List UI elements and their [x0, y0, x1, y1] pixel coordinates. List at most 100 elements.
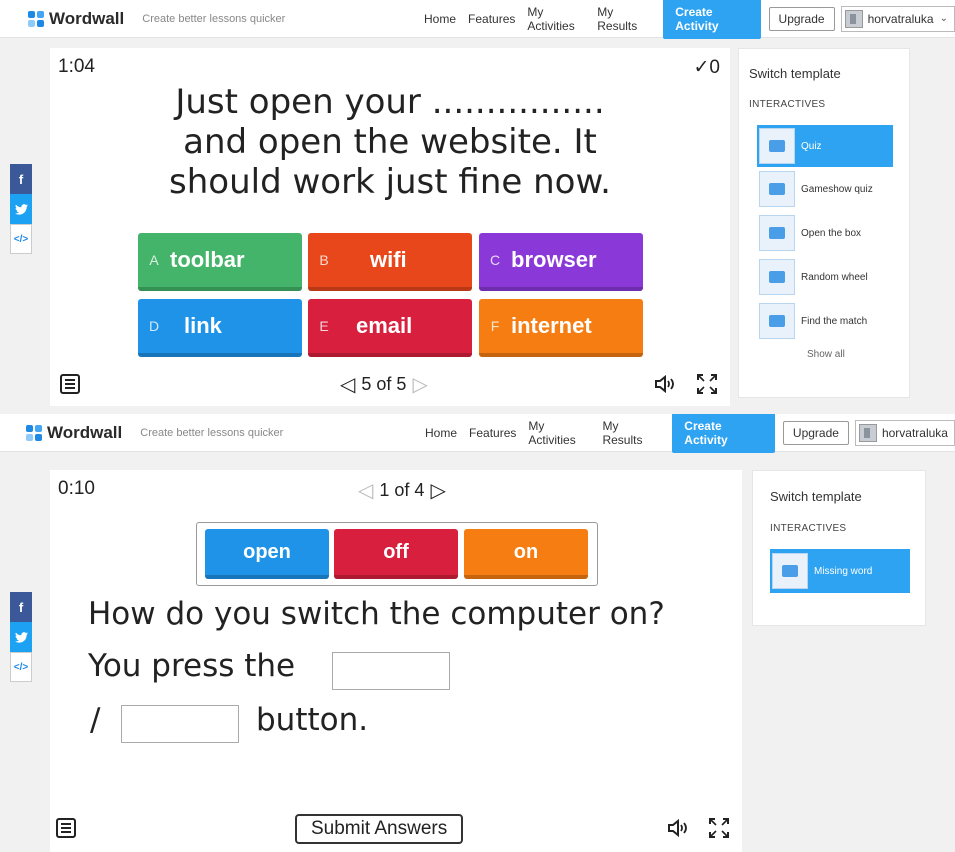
- embed-icon[interactable]: </>: [10, 224, 32, 254]
- timer: 1:04: [58, 56, 95, 77]
- nav-my-activities[interactable]: My Activities: [528, 419, 590, 447]
- nav-my-activities[interactable]: My Activities: [527, 5, 585, 33]
- answer-f[interactable]: F internet: [479, 299, 643, 357]
- page-indicator: 1 of 4: [379, 480, 425, 500]
- facebook-icon[interactable]: f: [10, 592, 32, 622]
- template-label: Quiz: [801, 140, 822, 152]
- nav-features[interactable]: Features: [469, 426, 516, 440]
- open-box-thumb-icon: [759, 215, 795, 251]
- word-open[interactable]: open: [205, 529, 329, 579]
- answer-text: internet: [511, 313, 592, 338]
- answer-c[interactable]: C browser: [479, 233, 643, 291]
- answer-d[interactable]: D link: [138, 299, 302, 357]
- word-off[interactable]: off: [334, 529, 458, 579]
- facebook-icon[interactable]: f: [10, 164, 32, 194]
- answer-e[interactable]: E email: [308, 299, 472, 357]
- quiz-screen: Wordwall Create better lessons quicker H…: [0, 0, 955, 414]
- template-label: Find the match: [801, 315, 868, 327]
- sentence-line: You press the: [88, 648, 296, 684]
- tagline: Create better lessons quicker: [140, 426, 284, 439]
- gameshow-thumb-icon: [759, 171, 795, 207]
- chevron-down-icon: ⌄: [939, 13, 948, 24]
- top-navbar: Wordwall Create better lessons quicker H…: [0, 414, 955, 453]
- pager: ◁ 5 of 5 ▷: [340, 372, 428, 397]
- create-activity-button[interactable]: Create Activity: [672, 414, 775, 453]
- wheel-thumb-icon: [759, 259, 795, 295]
- fullscreen-icon[interactable]: [708, 817, 730, 844]
- twitter-icon[interactable]: [10, 622, 32, 652]
- answer-text: wifi: [370, 247, 407, 272]
- main-nav: Home Features My Activities My Results C…: [424, 0, 955, 39]
- question-line: How do you switch the computer on?: [88, 596, 665, 632]
- template-find-the-match[interactable]: Find the match: [757, 300, 893, 342]
- score: ✓0: [694, 56, 721, 79]
- username: horvatraluka: [867, 11, 934, 26]
- switch-template-title: Switch template: [770, 489, 862, 504]
- answer-letter: F: [490, 318, 500, 334]
- template-missing-word[interactable]: Missing word: [770, 549, 910, 593]
- answer-a[interactable]: A toolbar: [138, 233, 302, 291]
- speaker-icon[interactable]: [654, 374, 676, 399]
- user-menu[interactable]: horvatraluka: [854, 419, 955, 446]
- next-arrow-icon[interactable]: ▷: [412, 372, 427, 397]
- prev-arrow-icon[interactable]: ◁: [340, 372, 355, 397]
- twitter-icon[interactable]: [10, 194, 32, 224]
- word-on[interactable]: on: [464, 529, 588, 579]
- match-thumb-icon: [759, 303, 795, 339]
- answer-text: email: [356, 313, 413, 338]
- answer-b[interactable]: B wifi: [308, 233, 472, 291]
- brand-name: Wordwall: [49, 8, 125, 28]
- answer-gap-1[interactable]: [332, 652, 450, 690]
- show-all-link[interactable]: Show all: [807, 349, 845, 360]
- score-value: 0: [709, 57, 720, 78]
- nav-my-results[interactable]: My Results: [602, 419, 658, 447]
- next-arrow-icon[interactable]: ▷: [430, 478, 445, 503]
- share-bar: f </>: [10, 164, 32, 254]
- prev-arrow-icon[interactable]: ◁: [358, 478, 373, 503]
- menu-icon[interactable]: [56, 818, 76, 838]
- quiz-thumb-icon: [759, 128, 795, 164]
- menu-icon[interactable]: [60, 374, 80, 394]
- word-bank: open off on: [196, 522, 598, 586]
- fullscreen-icon[interactable]: [696, 373, 718, 400]
- top-navbar: Wordwall Create better lessons quicker H…: [0, 0, 955, 39]
- embed-icon[interactable]: </>: [10, 652, 32, 682]
- answer-text: toolbar: [170, 247, 245, 272]
- username: horvatraluka: [881, 425, 948, 440]
- template-quiz[interactable]: Quiz: [757, 125, 893, 167]
- template-category: INTERACTIVES: [749, 99, 826, 110]
- answer-letter: B: [319, 252, 329, 268]
- page-indicator: 5 of 5: [361, 374, 407, 394]
- template-random-wheel[interactable]: Random wheel: [757, 256, 893, 298]
- sentence-slash: /: [90, 702, 101, 738]
- nav-home[interactable]: Home: [424, 12, 456, 26]
- wordwall-logo-icon: [26, 424, 42, 441]
- wordwall-logo[interactable]: Wordwall: [26, 423, 122, 443]
- create-activity-button[interactable]: Create Activity: [663, 0, 761, 39]
- upgrade-button[interactable]: Upgrade: [782, 420, 849, 445]
- question-line: and open the website. It: [183, 122, 597, 162]
- nav-my-results[interactable]: My Results: [597, 5, 649, 33]
- template-open-the-box[interactable]: Open the box: [757, 212, 893, 254]
- user-menu[interactable]: horvatraluka ⌄: [840, 5, 955, 32]
- brand-name: Wordwall: [47, 422, 123, 442]
- avatar: [844, 9, 863, 28]
- wordwall-logo-icon: [28, 10, 44, 27]
- missing-word-stage: 0:10 ◁ 1 of 4 ▷ open off on How do you s…: [50, 470, 742, 852]
- nav-home[interactable]: Home: [425, 426, 457, 440]
- missing-word-screen: Wordwall Create better lessons quicker H…: [0, 414, 955, 852]
- answer-gap-2[interactable]: [121, 705, 239, 743]
- nav-features[interactable]: Features: [468, 12, 515, 26]
- wordwall-logo[interactable]: Wordwall: [28, 9, 124, 29]
- template-sidebar: Switch template INTERACTIVES Quiz Gamesh…: [738, 48, 910, 398]
- template-label: Random wheel: [801, 271, 868, 283]
- template-sidebar: Switch template INTERACTIVES Missing wor…: [752, 470, 926, 626]
- check-icon: ✓: [693, 57, 710, 78]
- template-gameshow-quiz[interactable]: Gameshow quiz: [757, 168, 893, 210]
- main-nav: Home Features My Activities My Results C…: [425, 414, 955, 453]
- submit-answers-button[interactable]: Submit Answers: [295, 814, 464, 844]
- upgrade-button[interactable]: Upgrade: [768, 6, 835, 31]
- pager: ◁ 1 of 4 ▷: [358, 478, 446, 503]
- answer-letter: C: [489, 252, 501, 268]
- speaker-icon[interactable]: [667, 818, 689, 843]
